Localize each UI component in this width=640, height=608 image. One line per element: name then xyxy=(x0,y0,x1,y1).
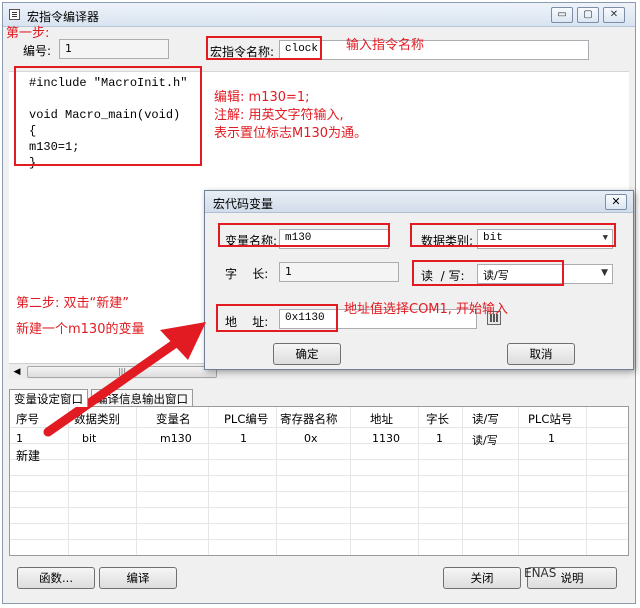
column-header[interactable]: PLC编号 xyxy=(224,411,268,427)
column-header[interactable]: 数据类别 xyxy=(74,411,120,427)
grid-line xyxy=(10,443,628,444)
step2-detail-annotation: 新建一个m130的变量 xyxy=(16,322,145,337)
highlight-data-type xyxy=(410,223,616,247)
table-cell: bit xyxy=(82,432,97,445)
grid-line xyxy=(462,407,463,555)
step2-annotation: 第二步: 双击“新建” xyxy=(16,296,129,311)
grid-line xyxy=(208,407,209,555)
grid-line xyxy=(10,523,628,524)
grid-line xyxy=(10,427,628,428)
tab-output[interactable]: 编译信息输出窗口 xyxy=(91,389,193,407)
grid-line xyxy=(586,407,587,555)
word-length-label: 字 长: xyxy=(225,267,269,281)
highlight-macro-name xyxy=(206,36,322,60)
step1-annotation: 第一步: xyxy=(6,26,50,41)
compile-button[interactable]: 编译 xyxy=(99,567,177,589)
highlight-var-name xyxy=(218,223,390,247)
number-field[interactable]: 1 xyxy=(59,39,169,59)
functions-button[interactable]: 函数... xyxy=(17,567,95,589)
column-header[interactable]: 字长 xyxy=(426,411,449,427)
column-header[interactable]: 读/写 xyxy=(472,411,499,427)
edit-note-annotation: 注解: 用英文字符输入, xyxy=(214,108,344,123)
grid-line xyxy=(10,459,628,460)
column-header[interactable]: 地址 xyxy=(370,411,393,427)
grid-line xyxy=(10,475,628,476)
number-label: 编号: xyxy=(23,44,52,58)
column-header[interactable]: 寄存器名称 xyxy=(280,411,338,427)
table-cell: 1 xyxy=(436,432,443,445)
column-header[interactable]: PLC站号 xyxy=(528,411,572,427)
grid-line xyxy=(518,407,519,555)
dialog-title-bar[interactable]: 宏代码变量 ✕ xyxy=(205,191,633,213)
macro-name-input[interactable]: clock xyxy=(279,40,589,60)
table-cell: 0x xyxy=(304,432,318,445)
edit-meaning-annotation: 表示置位标志M130为通。 xyxy=(214,126,368,141)
maximize-button[interactable]: ▢ xyxy=(577,7,599,23)
column-header[interactable]: 序号 xyxy=(16,411,39,427)
highlight-read-write xyxy=(412,260,564,286)
address-annotation: 地址值选择COM1, 开始输入 xyxy=(344,302,509,317)
grid-line xyxy=(10,491,628,492)
close-button[interactable]: ✕ xyxy=(603,7,625,23)
table-cell: 1 xyxy=(16,432,23,445)
scroll-thumb[interactable]: ||| xyxy=(27,366,217,378)
dialog-title: 宏代码变量 xyxy=(213,197,274,211)
grid-line xyxy=(276,407,277,555)
highlight-code xyxy=(14,66,202,166)
cancel-button[interactable]: 取消 xyxy=(507,343,575,365)
watermark: ENAS xyxy=(524,566,557,580)
app-icon xyxy=(9,9,20,20)
grid-line xyxy=(10,539,628,540)
minimize-button[interactable]: ▭ xyxy=(551,7,573,23)
new-variable-row[interactable]: 新建 xyxy=(16,447,40,464)
edit-annotation: 编辑: m130=1; xyxy=(214,90,310,105)
highlight-address xyxy=(216,304,338,332)
title-bar[interactable]: 宏指令编译器 ▭ ▢ ✕ xyxy=(3,3,635,27)
scroll-left-icon[interactable]: ◀ xyxy=(9,364,25,380)
close-dialog-button[interactable]: 关闭 xyxy=(443,567,521,589)
dialog-close-button[interactable]: ✕ xyxy=(605,194,627,210)
grid-line xyxy=(10,507,628,508)
column-header[interactable]: 变量名 xyxy=(156,411,191,427)
tab-variables[interactable]: 变量设定窗口 xyxy=(9,389,88,407)
grid-line xyxy=(136,407,137,555)
grid-line xyxy=(350,407,351,555)
ok-button[interactable]: 确定 xyxy=(273,343,341,365)
table-cell: 1 xyxy=(240,432,247,445)
chevron-down-icon[interactable]: ▼ xyxy=(601,268,608,278)
grid-line xyxy=(68,407,69,555)
table-cell: 读/写 xyxy=(472,434,498,447)
table-cell: 1 xyxy=(548,432,555,445)
table-cell: 1130 xyxy=(372,432,400,445)
enter-name-annotation: 输入指令名称 xyxy=(346,38,425,53)
variables-table: 序号 数据类别 变量名 PLC编号 寄存器名称 地址 字长 读/写 PLC站号 … xyxy=(9,406,629,556)
grid-line xyxy=(418,407,419,555)
table-cell: m130 xyxy=(160,432,192,445)
word-length-field[interactable]: 1 xyxy=(279,262,399,282)
